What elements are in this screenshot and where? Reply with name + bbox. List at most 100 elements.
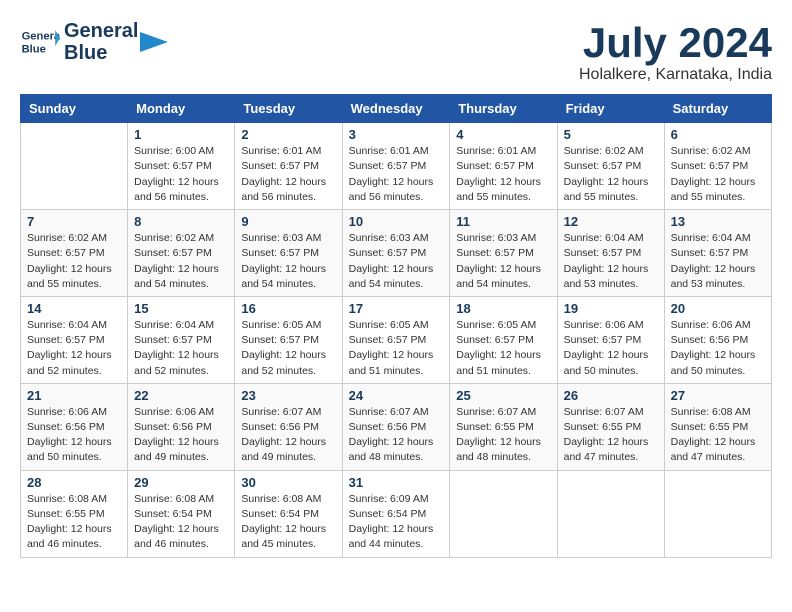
day-info: Sunrise: 6:09 AM Sunset: 6:54 PM Dayligh… [349,492,444,553]
calendar-cell: 27 Sunrise: 6:08 AM Sunset: 6:55 PM Dayli… [664,383,771,470]
day-number: 16 [241,301,335,316]
day-header-friday: Friday [557,95,664,123]
calendar-cell: 4Sunrise: 6:01 AM Sunset: 6:57 PM Daylig… [450,123,557,210]
calendar-cell: 13Sunrise: 6:04 AM Sunset: 6:57 PM Dayli… [664,210,771,297]
day-number: 22 [134,388,228,403]
calendar-cell: 5Sunrise: 6:02 AM Sunset: 6:57 PM Daylig… [557,123,664,210]
day-number: 24 [349,388,444,403]
day-number: 7 [27,214,121,229]
day-header-monday: Monday [128,95,235,123]
day-number: 17 [349,301,444,316]
calendar-cell: 17 Sunrise: 6:05 AM Sunset: 6:57 PM Dayli… [342,296,450,383]
calendar-cell: 9 Sunrise: 6:03 AM Sunset: 6:57 PM Daylig… [235,210,342,297]
day-number: 13 [671,214,765,229]
logo-icon: General Blue [20,22,60,62]
calendar-cell: 10 Sunrise: 6:03 AM Sunset: 6:57 PM Dayli… [342,210,450,297]
logo-line2: Blue [64,42,138,64]
day-info: Sunrise: 6:07 AM Sunset: 6:55 PM Dayligh… [456,405,550,466]
calendar-cell: 29 Sunrise: 6:08 AM Sunset: 6:54 PM Dayli… [128,470,235,557]
day-number: 14 [27,301,121,316]
calendar-cell: 23 Sunrise: 6:07 AM Sunset: 6:56 PM Dayli… [235,383,342,470]
day-info: Sunrise: 6:03 AM Sunset: 6:57 PM Dayligh… [241,231,335,292]
day-info: Sunrise: 6:06 AM Sunset: 6:56 PM Dayligh… [671,318,765,379]
calendar-cell: 2 Sunrise: 6:01 AM Sunset: 6:57 PM Daylig… [235,123,342,210]
day-number: 10 [349,214,444,229]
day-number: 8 [134,214,228,229]
day-number: 3 [349,127,444,142]
calendar-cell: 6Sunrise: 6:02 AM Sunset: 6:57 PM Daylig… [664,123,771,210]
day-number: 27 [671,388,765,403]
calendar-cell: 22 Sunrise: 6:06 AM Sunset: 6:56 PM Dayli… [128,383,235,470]
day-number: 2 [241,127,335,142]
day-header-sunday: Sunday [21,95,128,123]
day-number: 9 [241,214,335,229]
day-info: Sunrise: 6:01 AM Sunset: 6:57 PM Dayligh… [456,144,550,205]
day-info: Sunrise: 6:07 AM Sunset: 6:56 PM Dayligh… [241,405,335,466]
day-info: Sunrise: 6:05 AM Sunset: 6:57 PM Dayligh… [349,318,444,379]
day-info: Sunrise: 6:04 AM Sunset: 6:57 PM Dayligh… [27,318,121,379]
day-info: Sunrise: 6:07 AM Sunset: 6:56 PM Dayligh… [349,405,444,466]
calendar-cell [557,470,664,557]
title-block: July 2024 Holalkere, Karnataka, India [579,20,772,84]
day-number: 28 [27,475,121,490]
day-info: Sunrise: 6:05 AM Sunset: 6:57 PM Dayligh… [241,318,335,379]
page-header: General Blue General Blue July 2024 Hola… [20,20,772,84]
day-info: Sunrise: 6:02 AM Sunset: 6:57 PM Dayligh… [671,144,765,205]
calendar-cell: 8Sunrise: 6:02 AM Sunset: 6:57 PM Daylig… [128,210,235,297]
calendar-cell: 18 Sunrise: 6:05 AM Sunset: 6:57 PM Dayli… [450,296,557,383]
calendar-header-row: SundayMondayTuesdayWednesdayThursdayFrid… [21,95,772,123]
day-header-thursday: Thursday [450,95,557,123]
day-info: Sunrise: 6:04 AM Sunset: 6:57 PM Dayligh… [134,318,228,379]
day-number: 11 [456,214,550,229]
calendar-cell [450,470,557,557]
day-number: 19 [564,301,658,316]
day-info: Sunrise: 6:05 AM Sunset: 6:57 PM Dayligh… [456,318,550,379]
day-info: Sunrise: 6:08 AM Sunset: 6:54 PM Dayligh… [134,492,228,553]
day-info: Sunrise: 6:03 AM Sunset: 6:57 PM Dayligh… [349,231,444,292]
day-number: 1 [134,127,228,142]
day-number: 29 [134,475,228,490]
calendar-cell: 15 Sunrise: 6:04 AM Sunset: 6:57 PM Dayli… [128,296,235,383]
day-info: Sunrise: 6:03 AM Sunset: 6:57 PM Dayligh… [456,231,550,292]
day-number: 23 [241,388,335,403]
day-number: 21 [27,388,121,403]
calendar-cell: 25 Sunrise: 6:07 AM Sunset: 6:55 PM Dayli… [450,383,557,470]
day-info: Sunrise: 6:04 AM Sunset: 6:57 PM Dayligh… [564,231,658,292]
day-info: Sunrise: 6:08 AM Sunset: 6:55 PM Dayligh… [671,405,765,466]
day-number: 18 [456,301,550,316]
calendar-cell [21,123,128,210]
day-info: Sunrise: 6:02 AM Sunset: 6:57 PM Dayligh… [27,231,121,292]
location: Holalkere, Karnataka, India [579,66,772,84]
day-info: Sunrise: 6:06 AM Sunset: 6:56 PM Dayligh… [134,405,228,466]
calendar-cell: 30Sunrise: 6:08 AM Sunset: 6:54 PM Dayli… [235,470,342,557]
calendar-cell: 11 Sunrise: 6:03 AM Sunset: 6:57 PM Dayli… [450,210,557,297]
day-number: 31 [349,475,444,490]
calendar-table: SundayMondayTuesdayWednesdayThursdayFrid… [20,94,772,557]
calendar-cell: 24 Sunrise: 6:07 AM Sunset: 6:56 PM Dayli… [342,383,450,470]
calendar-cell: 21 Sunrise: 6:06 AM Sunset: 6:56 PM Dayli… [21,383,128,470]
svg-text:General: General [22,31,60,43]
calendar-cell: 7 Sunrise: 6:02 AM Sunset: 6:57 PM Daylig… [21,210,128,297]
calendar-cell: 19 Sunrise: 6:06 AM Sunset: 6:57 PM Dayli… [557,296,664,383]
calendar-cell [664,470,771,557]
day-info: Sunrise: 6:07 AM Sunset: 6:55 PM Dayligh… [564,405,658,466]
calendar-week-4: 21 Sunrise: 6:06 AM Sunset: 6:56 PM Dayli… [21,383,772,470]
logo-line1: General [64,20,138,42]
calendar-cell: 28 Sunrise: 6:08 AM Sunset: 6:55 PM Dayli… [21,470,128,557]
day-number: 25 [456,388,550,403]
day-info: Sunrise: 6:08 AM Sunset: 6:55 PM Dayligh… [27,492,121,553]
logo: General Blue General Blue [20,20,168,64]
day-info: Sunrise: 6:06 AM Sunset: 6:56 PM Dayligh… [27,405,121,466]
calendar-cell: 12 Sunrise: 6:04 AM Sunset: 6:57 PM Dayli… [557,210,664,297]
day-info: Sunrise: 6:01 AM Sunset: 6:57 PM Dayligh… [241,144,335,205]
day-header-tuesday: Tuesday [235,95,342,123]
day-number: 30 [241,475,335,490]
day-info: Sunrise: 6:00 AM Sunset: 6:57 PM Dayligh… [134,144,228,205]
day-info: Sunrise: 6:06 AM Sunset: 6:57 PM Dayligh… [564,318,658,379]
day-number: 12 [564,214,658,229]
calendar-cell: 3Sunrise: 6:01 AM Sunset: 6:57 PM Daylig… [342,123,450,210]
day-number: 15 [134,301,228,316]
day-header-wednesday: Wednesday [342,95,450,123]
calendar-cell: 1 Sunrise: 6:00 AM Sunset: 6:57 PM Daylig… [128,123,235,210]
calendar-cell: 16 Sunrise: 6:05 AM Sunset: 6:57 PM Dayli… [235,296,342,383]
